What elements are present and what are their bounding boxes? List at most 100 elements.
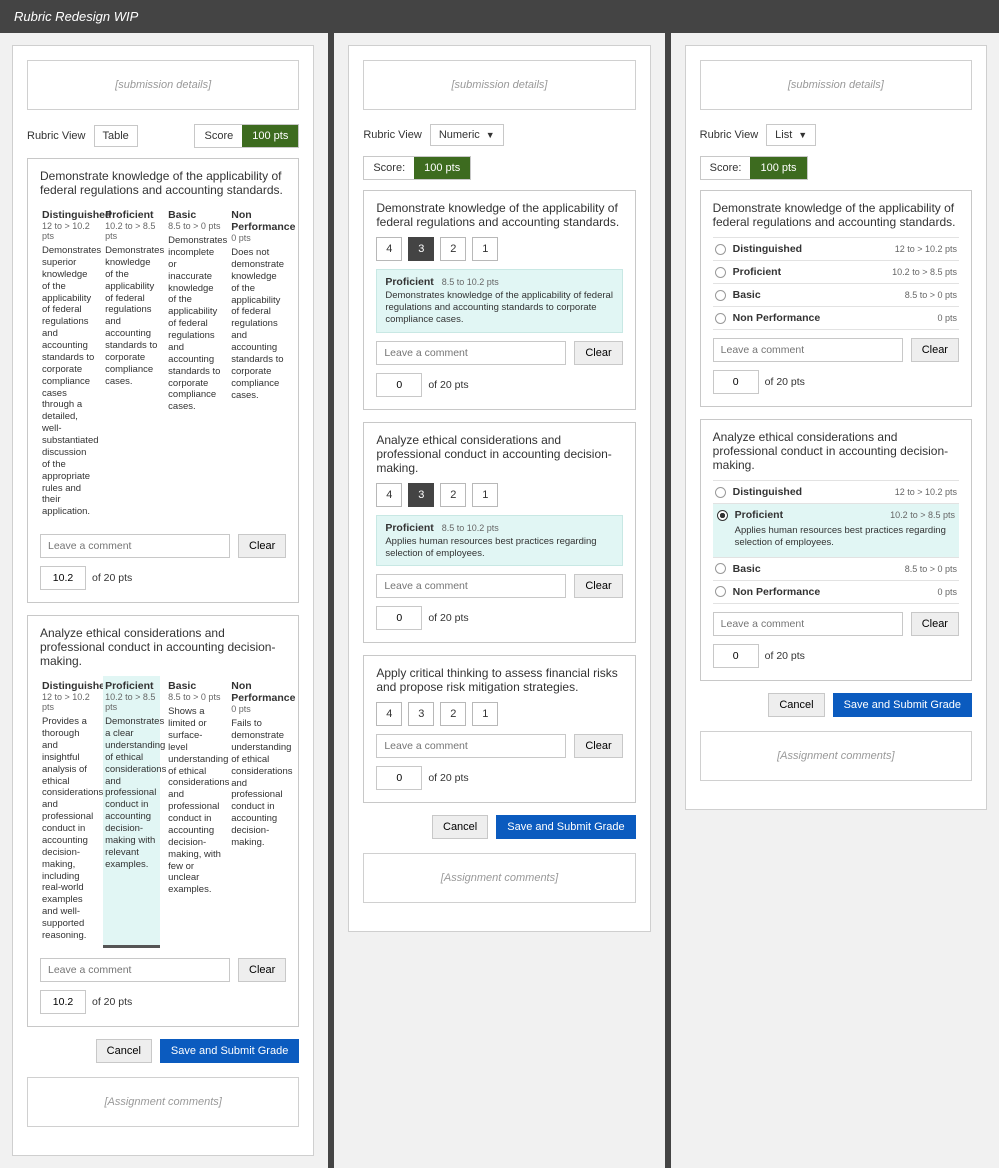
- radio-checked-icon: [717, 510, 728, 521]
- level-row[interactable]: Distinguished 12 to > 10.2 pts: [713, 238, 959, 261]
- rating-button-1[interactable]: 1: [472, 702, 498, 726]
- cancel-button[interactable]: Cancel: [768, 693, 824, 717]
- criterion-card: Analyze ethical considerations and profe…: [27, 615, 299, 1027]
- clear-button[interactable]: Clear: [574, 341, 622, 365]
- rating-button-4[interactable]: 4: [376, 702, 402, 726]
- rating-button-1[interactable]: 1: [472, 483, 498, 507]
- comment-input[interactable]: [40, 958, 230, 982]
- radio-icon: [715, 313, 726, 324]
- rating-button-2[interactable]: 2: [440, 237, 466, 261]
- rubric-view-label: Rubric View: [27, 130, 86, 142]
- score-chip: Score: 100 pts: [363, 156, 471, 180]
- criterion-title: Analyze ethical considerations and profe…: [376, 433, 622, 475]
- rating-button-4[interactable]: 4: [376, 483, 402, 507]
- submission-placeholder: [submission details]: [700, 60, 972, 110]
- radio-icon: [715, 244, 726, 255]
- level-row[interactable]: Non Performance 0 pts: [713, 307, 959, 330]
- points-input[interactable]: [376, 373, 422, 397]
- comment-input[interactable]: [376, 734, 566, 758]
- submission-placeholder: [submission details]: [27, 60, 299, 110]
- rubric-view-select[interactable]: Numeric ▼: [430, 124, 504, 146]
- rating-button-3[interactable]: 3: [408, 237, 434, 261]
- comment-input[interactable]: [376, 574, 566, 598]
- rubric-view-select[interactable]: List ▼: [766, 124, 816, 146]
- level-row[interactable]: Distinguished 12 to > 10.2 pts: [713, 481, 959, 504]
- criterion-title: Demonstrate knowledge of the applicabili…: [376, 201, 622, 229]
- criterion-card: Demonstrate knowledge of the applicabili…: [363, 190, 635, 410]
- level-cell[interactable]: Proficient 10.2 to > 8.5 pts Demonstrate…: [103, 205, 160, 524]
- assignment-comments-placeholder: [Assignment comments]: [700, 731, 972, 781]
- criterion-card: Analyze ethical considerations and profe…: [700, 419, 972, 681]
- level-row-selected[interactable]: Proficient 10.2 to > 8.5 pts Applies hum…: [713, 504, 959, 558]
- points-input[interactable]: [376, 606, 422, 630]
- radio-icon: [715, 290, 726, 301]
- points-input[interactable]: [713, 644, 759, 668]
- level-cell[interactable]: Non Performance 0 pts Does not demonstra…: [229, 205, 286, 524]
- pane-divider: [665, 33, 671, 1168]
- level-cell[interactable]: Distinguished 12 to > 10.2 pts Provides …: [40, 676, 97, 948]
- comment-input[interactable]: [713, 338, 903, 362]
- rating-button-4[interactable]: 4: [376, 237, 402, 261]
- clear-button[interactable]: Clear: [911, 338, 959, 362]
- rating-button-3[interactable]: 3: [408, 702, 434, 726]
- clear-button[interactable]: Clear: [574, 574, 622, 598]
- save-submit-button[interactable]: Save and Submit Grade: [496, 815, 635, 839]
- pane-list: [submission details] Rubric View List ▼ …: [685, 45, 987, 810]
- points-input[interactable]: [376, 766, 422, 790]
- radio-icon: [715, 267, 726, 278]
- clear-button[interactable]: Clear: [911, 612, 959, 636]
- rating-button-2[interactable]: 2: [440, 702, 466, 726]
- criterion-card: Demonstrate knowledge of the applicabili…: [27, 158, 299, 603]
- clear-button[interactable]: Clear: [574, 734, 622, 758]
- rubric-view-label: Rubric View: [700, 129, 759, 141]
- comment-input[interactable]: [40, 534, 230, 558]
- rating-button-2[interactable]: 2: [440, 483, 466, 507]
- pane-numeric: [submission details] Rubric View Numeric…: [348, 45, 650, 932]
- rating-detail: Proficient 8.5 to 10.2 pts Demonstrates …: [376, 269, 622, 333]
- pane-divider: [328, 33, 334, 1168]
- save-submit-button[interactable]: Save and Submit Grade: [160, 1039, 299, 1063]
- assignment-comments-placeholder: [Assignment comments]: [27, 1077, 299, 1127]
- assignment-comments-placeholder: [Assignment comments]: [363, 853, 635, 903]
- chevron-down-icon: ▼: [486, 130, 495, 140]
- level-row[interactable]: Basic 8.5 to > 0 pts: [713, 558, 959, 581]
- points-input[interactable]: [713, 370, 759, 394]
- chevron-down-icon: ▼: [798, 130, 807, 140]
- criterion-card: Apply critical thinking to assess financ…: [363, 655, 635, 803]
- points-input[interactable]: [40, 990, 86, 1014]
- canvas: [submission details] Rubric View Table S…: [0, 33, 999, 1168]
- clear-button[interactable]: Clear: [238, 534, 286, 558]
- level-cell[interactable]: Non Performance 0 pts Fails to demonstra…: [229, 676, 286, 948]
- level-cell-selected[interactable]: Proficient 10.2 to > 8.5 pts Demonstrate…: [103, 676, 160, 948]
- save-submit-button[interactable]: Save and Submit Grade: [833, 693, 972, 717]
- level-cell[interactable]: Basic 8.5 to > 0 pts Demonstrates incomp…: [166, 205, 223, 524]
- rating-button-1[interactable]: 1: [472, 237, 498, 261]
- level-row[interactable]: Non Performance 0 pts: [713, 581, 959, 604]
- score-chip: Score: 100 pts: [700, 156, 808, 180]
- radio-icon: [715, 487, 726, 498]
- cancel-button[interactable]: Cancel: [432, 815, 488, 839]
- rubric-view-select[interactable]: Table: [94, 125, 138, 147]
- criterion-card: Demonstrate knowledge of the applicabili…: [700, 190, 972, 407]
- level-cell[interactable]: Basic 8.5 to > 0 pts Shows a limited or …: [166, 676, 223, 948]
- criterion-title: Apply critical thinking to assess financ…: [376, 666, 622, 694]
- comment-input[interactable]: [713, 612, 903, 636]
- level-row[interactable]: Proficient 10.2 to > 8.5 pts: [713, 261, 959, 284]
- rubric-view-label: Rubric View: [363, 129, 422, 141]
- pane-table: [submission details] Rubric View Table S…: [12, 45, 314, 1156]
- level-cell[interactable]: Distinguished 12 to > 10.2 pts Demonstra…: [40, 205, 97, 524]
- points-input[interactable]: [40, 566, 86, 590]
- radio-icon: [715, 563, 726, 574]
- criterion-title: Demonstrate knowledge of the applicabili…: [713, 201, 959, 229]
- rating-detail: Proficient 8.5 to 10.2 pts Applies human…: [376, 515, 622, 567]
- criterion-title: Analyze ethical considerations and profe…: [713, 430, 959, 472]
- criterion-card: Analyze ethical considerations and profe…: [363, 422, 635, 644]
- clear-button[interactable]: Clear: [238, 958, 286, 982]
- level-row[interactable]: Basic 8.5 to > 0 pts: [713, 284, 959, 307]
- comment-input[interactable]: [376, 341, 566, 365]
- rating-button-3[interactable]: 3: [408, 483, 434, 507]
- cancel-button[interactable]: Cancel: [96, 1039, 152, 1063]
- score-chip: Score 100 pts: [194, 124, 299, 148]
- app-title: Rubric Redesign WIP: [0, 0, 999, 33]
- criterion-title: Analyze ethical considerations and profe…: [40, 626, 286, 668]
